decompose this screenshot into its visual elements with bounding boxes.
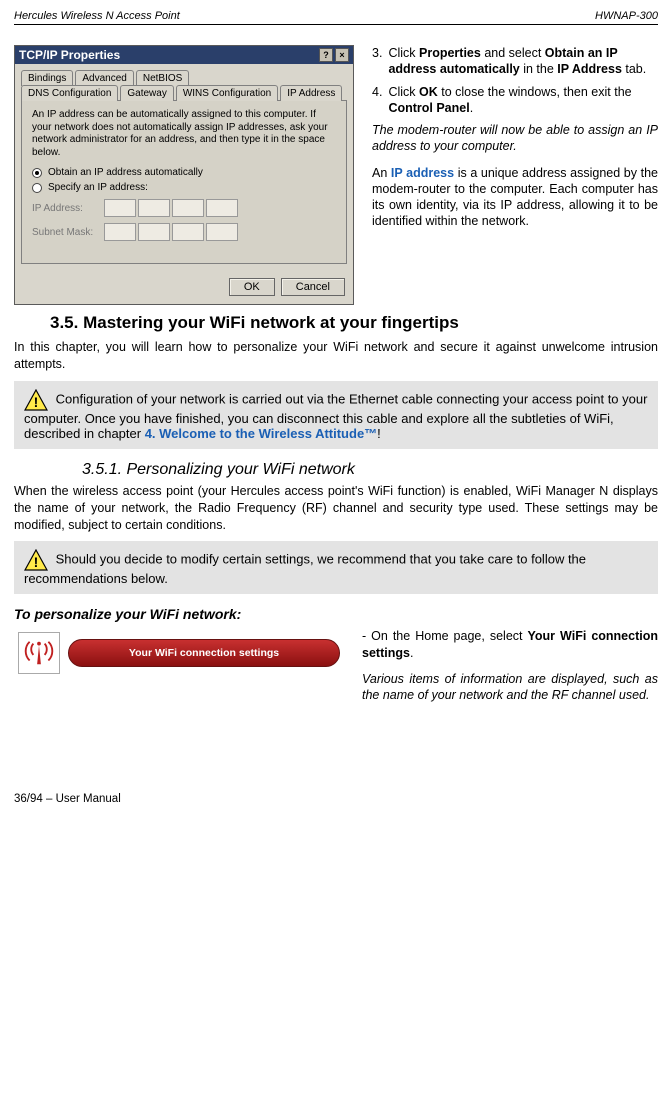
step-number: 3. (372, 45, 382, 78)
radio-obtain-auto[interactable]: Obtain an IP address automatically (32, 167, 336, 178)
modem-note: The modem-router will now be able to ass… (372, 122, 658, 155)
info-displayed: Various items of information are display… (362, 671, 658, 704)
ip-address-field: IP Address: (32, 199, 336, 217)
dialog-description: An IP address can be automatically assig… (32, 109, 336, 159)
step-number: 4. (372, 84, 382, 117)
ip-address-term: IP address (391, 166, 454, 180)
heading-3-5: 3.5. Mastering your WiFi network at your… (50, 313, 658, 333)
cancel-button[interactable]: Cancel (281, 278, 345, 296)
field-label: Subnet Mask: (32, 227, 96, 238)
radio-icon (32, 168, 42, 178)
radio-specify[interactable]: Specify an IP address: (32, 182, 336, 193)
subnet-mask-field: Subnet Mask: (32, 223, 336, 241)
note-text: Configuration of your network is carried… (24, 391, 647, 441)
home-page-instruction: - On the Home page, select Your WiFi con… (362, 628, 658, 661)
svg-text:!: ! (34, 554, 39, 570)
chapter-link: 4. Welcome to the Wireless Attitude™ (145, 426, 377, 441)
note-configuration: ! Configuration of your network is carri… (14, 381, 658, 449)
note-text: Should you decide to modify certain sett… (24, 552, 586, 587)
tcpip-dialog: TCP/IP Properties ? × Bindings Advanced … (14, 45, 354, 305)
header-right: HWNAP-300 (595, 10, 658, 22)
para-3-5: In this chapter, you will learn how to p… (14, 339, 658, 373)
tab-dns[interactable]: DNS Configuration (21, 85, 118, 101)
tab-netbios[interactable]: NetBIOS (136, 70, 189, 86)
tab-wins[interactable]: WINS Configuration (176, 85, 278, 101)
personalize-instructions: - On the Home page, select Your WiFi con… (362, 628, 658, 713)
subnet-input[interactable] (104, 223, 238, 241)
tab-gateway[interactable]: Gateway (120, 85, 173, 101)
step-text: Click OK to close the windows, then exit… (388, 84, 658, 117)
tab-advanced[interactable]: Advanced (75, 70, 133, 86)
page-footer: 36/94 – User Manual (14, 793, 658, 805)
note-settings-warning: ! Should you decide to modify certain se… (14, 541, 658, 594)
wifi-settings-button[interactable]: Your WiFi connection settings (68, 639, 340, 667)
header-left: Hercules Wireless N Access Point (14, 10, 180, 22)
ip-input[interactable] (104, 199, 238, 217)
tab-panel: An IP address can be automatically assig… (21, 100, 347, 264)
step-3: 3. Click Properties and select Obtain an… (372, 45, 658, 78)
step-text: Click Properties and select Obtain an IP… (388, 45, 658, 78)
dialog-title: TCP/IP Properties (19, 48, 120, 62)
dialog-help-icon[interactable]: ? (319, 48, 333, 62)
tab-bindings[interactable]: Bindings (21, 70, 73, 86)
ok-button[interactable]: OK (229, 278, 275, 296)
heading-3-5-1: 3.5.1. Personalizing your WiFi network (82, 461, 658, 479)
svg-text:!: ! (34, 394, 39, 410)
step-4: 4. Click OK to close the windows, then e… (372, 84, 658, 117)
wifi-antenna-icon (18, 632, 60, 674)
wifi-settings-widget: Your WiFi connection settings (14, 628, 344, 678)
radio-label: Specify an IP address: (48, 182, 148, 193)
instruction-column: 3. Click Properties and select Obtain an… (372, 45, 658, 305)
warning-icon: ! (24, 549, 48, 571)
radio-label: Obtain an IP address automatically (48, 167, 203, 178)
field-label: IP Address: (32, 203, 96, 214)
tab-ipaddress[interactable]: IP Address (280, 85, 342, 101)
page-header: Hercules Wireless N Access Point HWNAP-3… (14, 10, 658, 25)
ip-definition: An IP address is a unique address assign… (372, 165, 658, 230)
para-3-5-1: When the wireless access point (your Her… (14, 483, 658, 534)
radio-icon (32, 183, 42, 193)
warning-icon: ! (24, 389, 48, 411)
close-icon[interactable]: × (335, 48, 349, 62)
heading-personalize: To personalize your WiFi network: (14, 606, 658, 622)
dialog-titlebar: TCP/IP Properties ? × (15, 46, 353, 64)
